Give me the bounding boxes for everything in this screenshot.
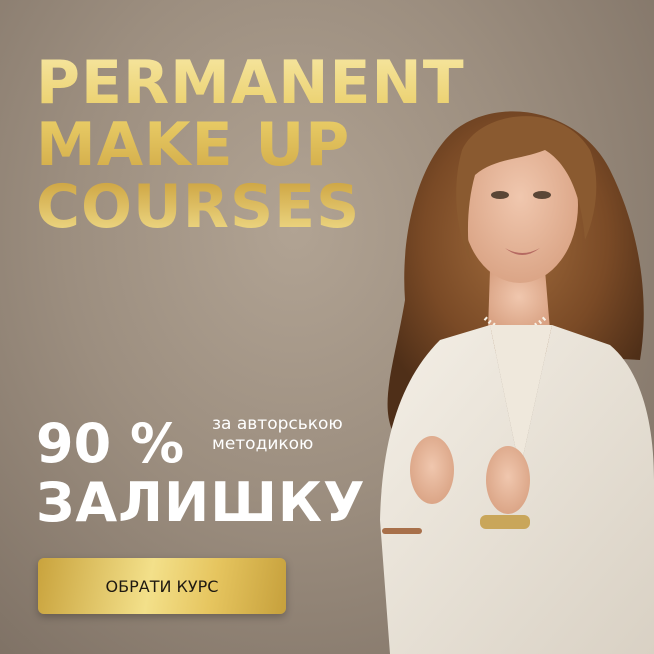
headline-line-3: COURSES	[36, 172, 361, 242]
method-note: за авторською методикою	[212, 414, 343, 454]
method-line-2: методикою	[212, 434, 314, 454]
headline-line-1: PERMANENT	[36, 48, 465, 118]
method-line-1: за авторською	[212, 414, 343, 434]
discount-label: ЗАЛИШКУ	[36, 471, 366, 534]
headline: PERMANENT MAKE UP COURSES	[36, 52, 465, 238]
ad-banner: PERMANENT MAKE UP COURSES 90 % за авторс…	[0, 0, 654, 654]
discount-percent: 90 %	[36, 412, 185, 475]
headline-line-2: MAKE UP	[36, 110, 351, 180]
choose-course-button[interactable]: ОБРАТИ КУРС	[38, 558, 286, 614]
